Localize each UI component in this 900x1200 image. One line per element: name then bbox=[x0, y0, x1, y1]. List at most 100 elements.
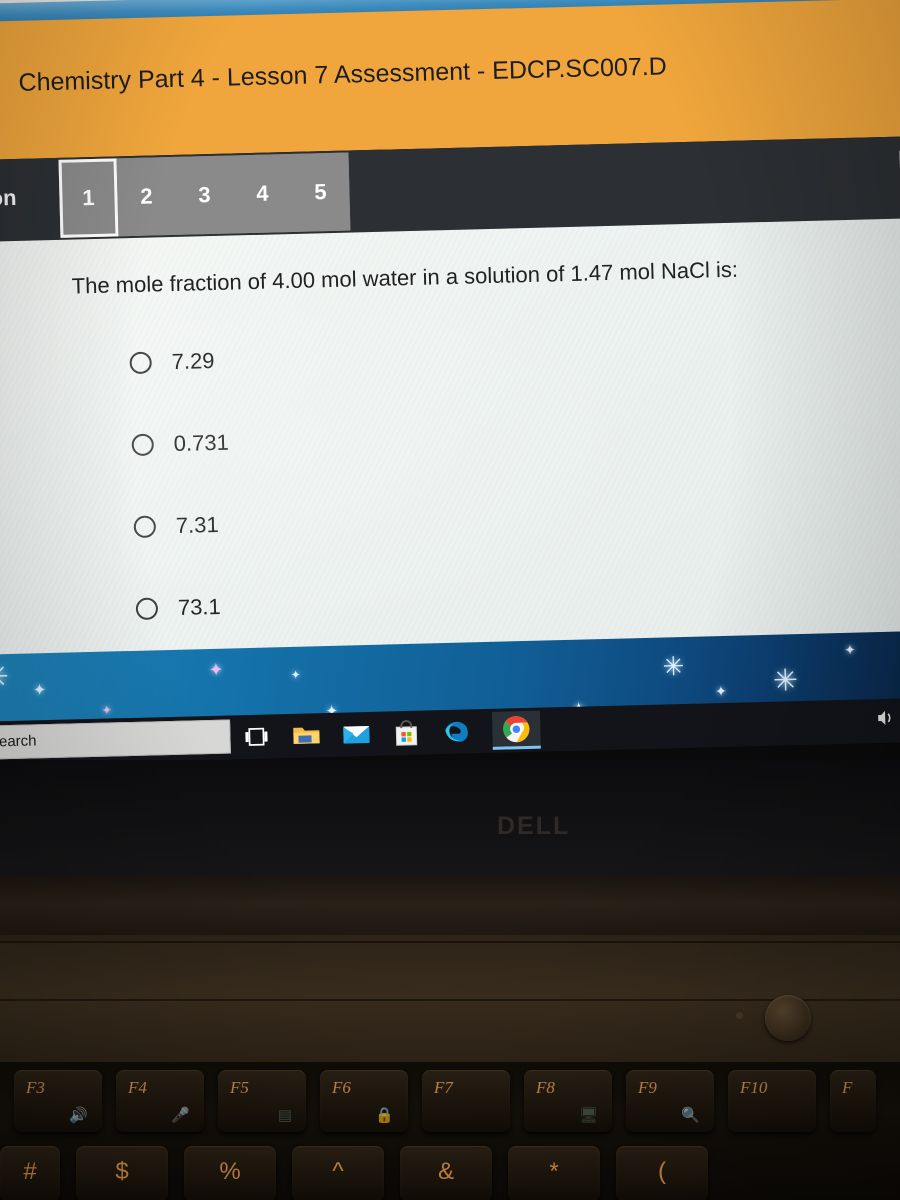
power-led bbox=[736, 1012, 743, 1019]
answer-option-2[interactable]: 0.731 bbox=[131, 430, 229, 458]
search-placeholder: search bbox=[0, 732, 37, 751]
number-key-row: # $ % ^ & * ( bbox=[0, 1146, 708, 1200]
backlight-icon: ▤ bbox=[277, 1107, 292, 1124]
edge-icon[interactable] bbox=[442, 717, 471, 746]
page-title: Chemistry Part 4 - Lesson 7 Assessment -… bbox=[18, 52, 668, 97]
radio-button-2[interactable] bbox=[131, 433, 155, 457]
question-button-3[interactable]: 3 bbox=[174, 155, 235, 235]
search-input[interactable]: search bbox=[0, 719, 231, 760]
laptop-photo: uation) Chemistry Part 4 - Lesson 7 Asse… bbox=[0, 0, 900, 1200]
laptop-screen: uation) Chemistry Part 4 - Lesson 7 Asse… bbox=[0, 0, 900, 702]
speaker-icon: 🔊 bbox=[69, 1107, 88, 1124]
radio-button-4[interactable] bbox=[135, 597, 159, 621]
task-view-icon[interactable] bbox=[242, 722, 271, 751]
key-f8-label: F8 bbox=[536, 1078, 555, 1097]
answer-option-3[interactable]: 7.31 bbox=[133, 511, 232, 540]
question-button-2[interactable]: 2 bbox=[116, 156, 177, 237]
star-decoration: ✦ bbox=[290, 667, 301, 682]
star-decoration: ✦ bbox=[32, 682, 47, 700]
question-button-5[interactable]: 5 bbox=[290, 152, 351, 232]
key-f5-label: F5 bbox=[230, 1078, 249, 1097]
question-button-4[interactable]: 4 bbox=[232, 153, 293, 234]
edge-glyph bbox=[445, 721, 468, 742]
question-button-1[interactable]: 1 bbox=[58, 158, 119, 238]
file-explorer-icon[interactable] bbox=[292, 721, 321, 750]
key-f10[interactable]: F10 bbox=[728, 1070, 816, 1132]
key-f4-label: F4 bbox=[128, 1078, 147, 1097]
radio-button-1[interactable] bbox=[129, 351, 152, 375]
key-asterisk[interactable]: * bbox=[508, 1146, 600, 1200]
question-content-area: The mole fraction of 4.00 mol water in a… bbox=[0, 217, 900, 702]
key-f4[interactable]: F4 🎤 bbox=[116, 1070, 204, 1132]
answer-option-1-label: 7.29 bbox=[171, 347, 215, 375]
search-icon: 🔍 bbox=[681, 1107, 700, 1124]
question-number-group: 1 2 3 4 5 bbox=[58, 152, 351, 238]
key-f3-label: F3 bbox=[26, 1078, 45, 1097]
key-f10-label: F10 bbox=[740, 1078, 768, 1097]
key-f11-label: F bbox=[842, 1078, 853, 1097]
folder-glyph bbox=[293, 727, 320, 744]
star-decoration: ✦ bbox=[714, 682, 728, 700]
key-hash-symbol: # bbox=[23, 1158, 37, 1185]
answer-option-4[interactable]: 73.1 bbox=[135, 593, 234, 622]
star-decoration: ✳ bbox=[662, 650, 685, 682]
envelope-glyph bbox=[343, 725, 370, 744]
question-nav-label: ion bbox=[0, 184, 17, 211]
laptop-hinge bbox=[0, 876, 900, 938]
key-f3[interactable]: F3 🔊 bbox=[14, 1070, 102, 1132]
answer-option-4-label: 73.1 bbox=[177, 593, 222, 620]
key-dollar-symbol: $ bbox=[115, 1158, 129, 1185]
key-f6-label: F6 bbox=[332, 1078, 351, 1097]
star-decoration: ✳ bbox=[772, 664, 799, 698]
star-decoration: ✦ bbox=[208, 659, 224, 681]
key-caret-symbol: ^ bbox=[332, 1158, 344, 1185]
system-tray bbox=[876, 707, 900, 732]
dell-logo: DELL bbox=[497, 812, 571, 840]
lock-icon: 🔒 bbox=[375, 1107, 394, 1124]
radio-button-3[interactable] bbox=[133, 515, 157, 539]
key-f6[interactable]: F6 🔒 bbox=[320, 1070, 408, 1132]
answer-option-1[interactable]: 7.29 bbox=[129, 348, 227, 376]
screen-bottom-bezel bbox=[0, 760, 900, 880]
deck-seam bbox=[0, 999, 900, 1001]
deck-seam bbox=[0, 941, 900, 943]
key-f11[interactable]: F bbox=[830, 1070, 876, 1132]
star-decoration: ✦ bbox=[101, 702, 113, 718]
answer-option-2-label: 0.731 bbox=[173, 429, 230, 457]
key-paren-open[interactable]: ( bbox=[616, 1146, 708, 1200]
mail-icon[interactable] bbox=[342, 720, 371, 749]
star-decoration: ✳ bbox=[0, 658, 10, 697]
answer-options-list: 7.29 0.731 7.31 73.1 bbox=[129, 348, 234, 678]
function-key-row: F3 🔊 F4 🎤 F5 ▤ F6 🔒 F7 F8 🖥 F9 🔍 F10 F bbox=[14, 1070, 876, 1132]
key-f5[interactable]: F5 ▤ bbox=[218, 1070, 306, 1132]
assessment-header: Chemistry Part 4 - Lesson 7 Assessment -… bbox=[0, 0, 900, 160]
chrome-icon[interactable] bbox=[491, 710, 541, 750]
speaker-glyph bbox=[878, 710, 891, 725]
display-icon: 🖥 bbox=[578, 1107, 598, 1124]
key-f9[interactable]: F9 🔍 bbox=[626, 1070, 714, 1132]
star-decoration: ✦ bbox=[843, 641, 857, 658]
key-paren-open-symbol: ( bbox=[658, 1158, 666, 1185]
question-text: The mole fraction of 4.00 mol water in a… bbox=[71, 256, 739, 299]
microsoft-store-icon[interactable] bbox=[392, 719, 421, 748]
key-percent-symbol: % bbox=[219, 1158, 241, 1185]
key-f7[interactable]: F7 bbox=[422, 1070, 510, 1132]
power-button[interactable] bbox=[765, 995, 811, 1041]
key-f9-label: F9 bbox=[638, 1078, 657, 1097]
key-ampersand[interactable]: & bbox=[400, 1146, 492, 1200]
key-f7-label: F7 bbox=[434, 1078, 453, 1097]
key-asterisk-symbol: * bbox=[549, 1158, 559, 1185]
answer-option-3-label: 7.31 bbox=[175, 511, 219, 539]
laptop-keyboard: F3 🔊 F4 🎤 F5 ▤ F6 🔒 F7 F8 🖥 F9 🔍 F10 F #… bbox=[0, 1062, 900, 1200]
key-percent[interactable]: % bbox=[184, 1146, 276, 1200]
taskbar-icon-group bbox=[242, 710, 541, 757]
key-caret[interactable]: ^ bbox=[292, 1146, 384, 1200]
store-bag-glyph bbox=[395, 720, 418, 746]
key-hash[interactable]: # bbox=[0, 1146, 60, 1200]
key-dollar[interactable]: $ bbox=[76, 1146, 168, 1200]
mic-mute-icon: 🎤 bbox=[171, 1107, 190, 1124]
task-view-glyph bbox=[245, 727, 268, 746]
key-f8[interactable]: F8 🖥 bbox=[524, 1070, 612, 1132]
chrome-glyph bbox=[503, 715, 530, 742]
volume-icon[interactable] bbox=[876, 709, 897, 732]
